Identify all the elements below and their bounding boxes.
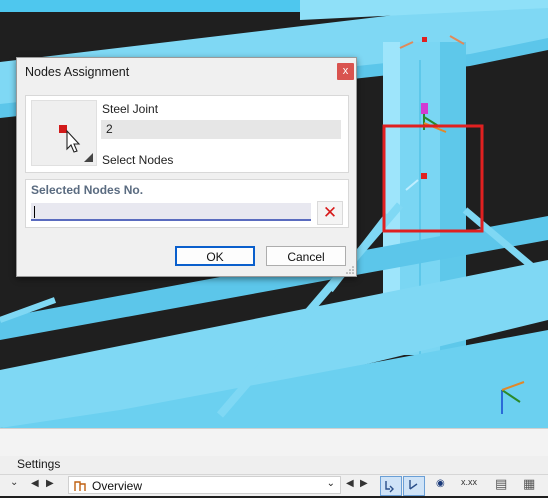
resize-grip-icon[interactable] bbox=[346, 266, 354, 274]
cancel-button[interactable]: Cancel bbox=[266, 246, 346, 266]
table-icon[interactable]: ▤ bbox=[495, 476, 507, 492]
bottom-toolbar: ⌄ ◀ ▶ Overview ⌄ ◀ ▶ ◉ x.xx ▤ ▦ bbox=[0, 474, 548, 496]
steel-joint-label: Steel Joint bbox=[102, 102, 159, 116]
node-select-icon[interactable] bbox=[403, 476, 425, 496]
settings-bar: Settings bbox=[0, 456, 548, 474]
view-combo-text: Overview bbox=[92, 479, 143, 493]
combo-dropdown-icon[interactable]: ⌄ bbox=[327, 478, 335, 489]
grid-icon[interactable]: ▦ bbox=[523, 476, 535, 492]
scroll-left-icon[interactable]: ◀ bbox=[346, 478, 354, 489]
settings-label: Settings bbox=[17, 457, 61, 471]
select-mode-icon[interactable] bbox=[380, 476, 402, 496]
steel-joint-value: 2 bbox=[101, 120, 341, 139]
dialog-title: Nodes Assignment bbox=[25, 65, 130, 79]
joint-group: Steel Joint 2 Select Nodes bbox=[25, 95, 349, 173]
chevron-down-icon[interactable]: ⌄ bbox=[10, 477, 18, 488]
panel-strip bbox=[0, 428, 548, 457]
select-nodes-button[interactable] bbox=[31, 100, 97, 166]
structure-icon bbox=[74, 481, 86, 491]
close-icon[interactable]: x bbox=[337, 63, 354, 80]
nav-prev-icon[interactable]: ◀ bbox=[31, 478, 39, 489]
scroll-right-icon[interactable]: ▶ bbox=[360, 478, 368, 489]
selected-nodes-group: Selected Nodes No. ✕ bbox=[25, 179, 349, 228]
text-caret bbox=[34, 206, 35, 218]
numbering-icon[interactable]: x.xx bbox=[461, 477, 477, 487]
clear-selection-icon[interactable]: ✕ bbox=[317, 201, 343, 225]
cursor-pick-icon bbox=[59, 125, 93, 162]
view-combo[interactable]: Overview ⌄ bbox=[68, 476, 341, 494]
selected-nodes-title: Selected Nodes No. bbox=[31, 183, 144, 197]
ok-button[interactable]: OK bbox=[175, 246, 255, 266]
select-nodes-label: Select Nodes bbox=[102, 153, 174, 167]
view-eye-icon[interactable]: ◉ bbox=[436, 478, 445, 489]
selected-nodes-input[interactable] bbox=[31, 203, 311, 221]
nodes-assignment-dialog: Nodes Assignment x Steel Joint 2 Select … bbox=[16, 57, 357, 277]
nav-next-icon[interactable]: ▶ bbox=[46, 478, 54, 489]
